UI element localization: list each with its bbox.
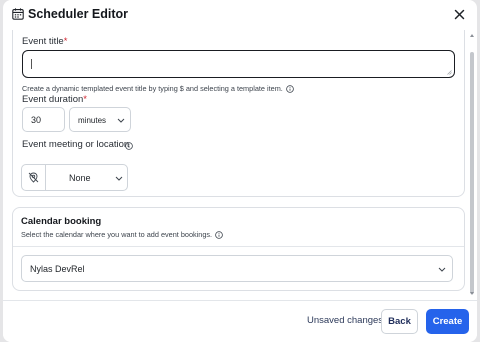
calendar-select[interactable]: Nylas DevRel (21, 255, 453, 282)
info-icon[interactable] (215, 230, 223, 239)
chevron-down-icon (438, 267, 446, 272)
select-divider (45, 165, 46, 190)
modal-body[interactable]: Event title* Create a dynamic templated … (3, 30, 477, 300)
event-location-label: Event meeting or location (22, 139, 130, 150)
modal-title: Scheduler Editor (28, 7, 129, 21)
modal-header: Scheduler Editor (3, 0, 477, 30)
location-select[interactable]: None (21, 164, 128, 191)
calendar-booking-card: Calendar booking Select the calendar whe… (12, 207, 465, 291)
modal-footer: Unsaved changes Back Create (3, 300, 477, 342)
event-title-hint: Create a dynamic templated event title b… (22, 84, 294, 93)
card-divider (13, 246, 464, 247)
duration-unit-select[interactable]: minutes (69, 107, 131, 132)
calendar-booking-title: Calendar booking (21, 216, 102, 227)
location-off-icon (28, 172, 39, 183)
chevron-down-icon (117, 118, 125, 123)
unsaved-changes-status: Unsaved changes (307, 315, 384, 326)
calendar-select-value: Nylas DevRel (30, 264, 85, 274)
scrollbar-thumb[interactable] (470, 52, 474, 294)
duration-unit-value: minutes (78, 116, 107, 125)
required-mark: * (63, 36, 68, 47)
info-icon[interactable] (286, 84, 294, 93)
chevron-down-icon (115, 176, 123, 181)
duration-number-input[interactable]: 30 (22, 107, 65, 132)
scheduler-editor-modal: Scheduler Editor Event title* Create a d… (3, 0, 477, 342)
resize-grip-icon[interactable] (447, 70, 452, 75)
required-mark: * (83, 94, 87, 105)
info-icon[interactable] (125, 142, 133, 150)
event-duration-label: Event duration* (22, 94, 87, 105)
scroll-down-arrow-icon[interactable] (470, 292, 474, 295)
vertical-scrollbar[interactable] (469, 32, 475, 298)
location-value: None (69, 173, 91, 183)
event-title-input[interactable] (22, 50, 455, 78)
calendar-icon (12, 8, 24, 20)
close-icon[interactable] (454, 9, 465, 20)
create-button[interactable]: Create (426, 309, 469, 334)
scroll-up-arrow-icon[interactable] (470, 34, 474, 37)
calendar-booking-hint: Select the calendar where you want to ad… (21, 230, 223, 239)
back-button[interactable]: Back (381, 309, 418, 334)
event-title-label: Event title* (22, 36, 68, 47)
text-caret (31, 59, 32, 69)
